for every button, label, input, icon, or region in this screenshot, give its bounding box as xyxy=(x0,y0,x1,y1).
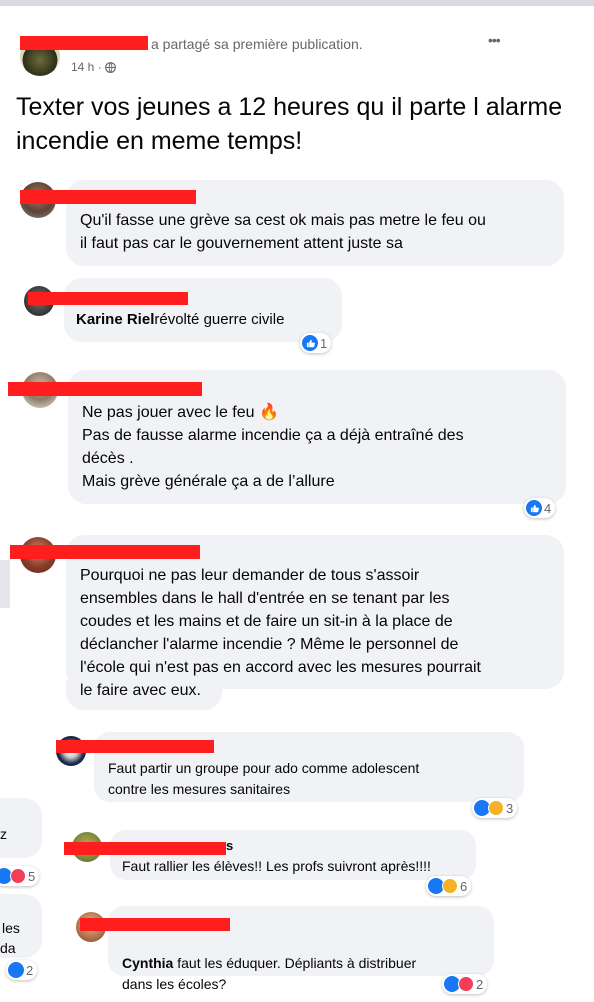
reply-author[interactable]: Cynthia xyxy=(122,955,173,971)
love-icon xyxy=(458,976,474,992)
reaction-count[interactable]: 2 xyxy=(6,960,38,980)
redaction-trailing-letter: s xyxy=(226,838,234,853)
comment-text: Qu'il fasse une grève sa cest ok mais pa… xyxy=(80,212,486,252)
post-body: Texter vos jeunes a 12 heures qu il part… xyxy=(16,93,563,155)
comment-bubble xyxy=(64,278,342,342)
comment-text: Ne pas jouer avec le feu 🔥 Pas de fausse… xyxy=(82,404,464,490)
redacted-author-name xyxy=(20,36,148,50)
reply-text-block: Cynthia faut les éduquer. Dépliants à di… xyxy=(122,932,492,995)
reply-text: Faut partir un groupe pour ado comme ado… xyxy=(108,760,420,797)
comment-content: Karine Rielrévolté guerre civile xyxy=(76,311,284,328)
reaction-number: 2 xyxy=(476,976,484,992)
side-fragment-text: da xyxy=(0,940,16,956)
reaction-number: 1 xyxy=(320,335,328,351)
reaction-count[interactable]: 5 xyxy=(0,866,40,886)
reaction-number: 5 xyxy=(28,868,36,884)
redacted-author-name xyxy=(10,545,200,559)
reaction-count[interactable]: 2 xyxy=(442,974,488,994)
haha-icon xyxy=(442,878,458,894)
reaction-count[interactable]: 4 xyxy=(524,498,556,518)
reaction-number: 3 xyxy=(506,800,514,816)
reaction-count[interactable]: 3 xyxy=(472,798,518,818)
more-options-icon[interactable]: ••• xyxy=(488,32,501,48)
redacted-author-name xyxy=(20,190,196,204)
reaction-count[interactable]: 1 xyxy=(300,333,332,353)
like-icon xyxy=(8,962,24,978)
globe-icon xyxy=(104,61,116,73)
post-time[interactable]: 14 h · xyxy=(71,60,116,74)
reaction-number: 4 xyxy=(544,500,552,516)
like-icon xyxy=(526,500,542,516)
side-divider xyxy=(0,560,10,608)
redacted-author-name xyxy=(56,740,214,753)
love-icon xyxy=(10,868,26,884)
redacted-author-name xyxy=(64,842,226,855)
comment-text: révolté guerre civile xyxy=(154,311,285,328)
reaction-count[interactable]: 6 xyxy=(426,876,472,896)
redacted-author-name xyxy=(80,918,230,931)
reaction-number: 6 xyxy=(460,878,468,894)
shared-text: a partagé sa première publication. xyxy=(151,36,363,52)
comment-author[interactable]: Karine Riel xyxy=(76,311,154,328)
care-icon xyxy=(488,800,504,816)
reaction-number: 2 xyxy=(26,962,34,978)
redacted-author-name xyxy=(8,382,202,396)
post-time-label[interactable]: 14 h · xyxy=(71,60,102,74)
like-icon xyxy=(302,335,318,351)
reply-text: Faut rallier les élèves!! Les profs suiv… xyxy=(122,858,431,874)
side-fragment-text: z xyxy=(0,826,7,842)
top-border xyxy=(0,0,594,6)
comment-text: Pourquoi ne pas leur demander de tous s'… xyxy=(80,567,481,699)
redacted-author-name xyxy=(28,292,188,305)
side-fragment-text: les xyxy=(2,920,20,936)
